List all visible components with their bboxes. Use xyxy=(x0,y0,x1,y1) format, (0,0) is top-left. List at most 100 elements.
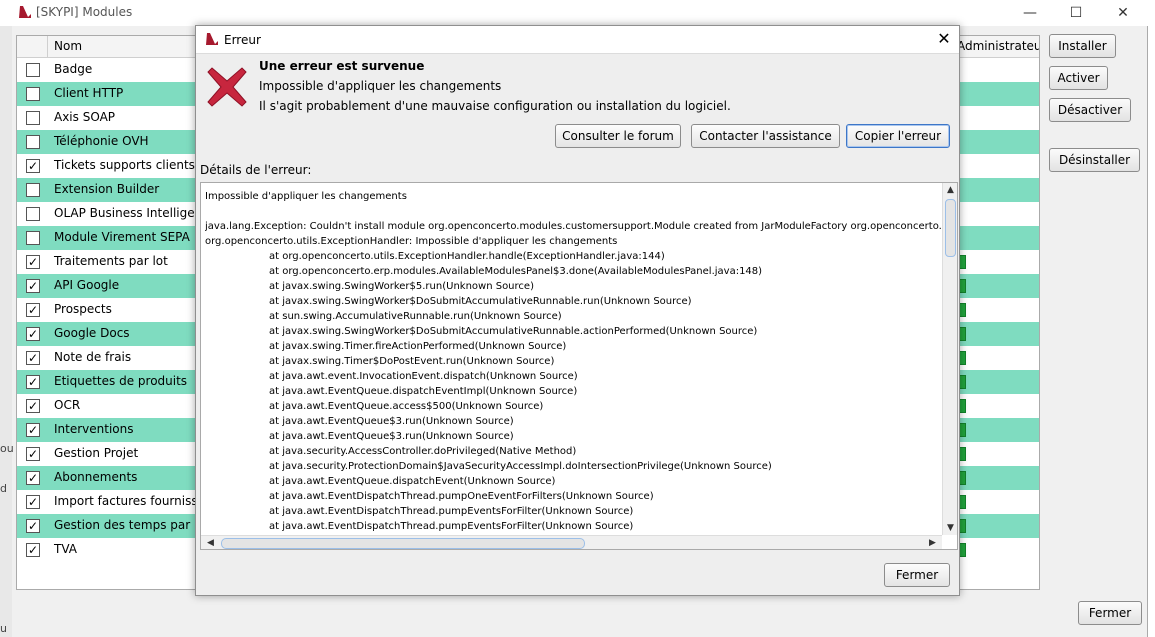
background-fragment: ou xyxy=(0,442,14,455)
module-checkbox[interactable]: ✓ xyxy=(26,519,40,533)
module-name: Note de frais xyxy=(54,350,132,364)
module-name: Traitements par lot xyxy=(54,254,168,268)
checkmark-icon: ✓ xyxy=(27,423,39,437)
consult-forum-button[interactable]: Consulter le forum xyxy=(555,124,681,148)
minimize-button[interactable]: — xyxy=(1020,4,1040,22)
module-name: Abonnements xyxy=(54,470,138,484)
app-logo-icon xyxy=(206,33,218,45)
checkbox-column-header[interactable] xyxy=(17,36,48,58)
scroll-up-icon[interactable]: ▲ xyxy=(943,183,957,197)
module-checkbox[interactable]: ✓ xyxy=(26,375,40,389)
stack-trace-line: at java.awt.EventQueue.access$500(Unknow… xyxy=(269,401,544,412)
dialog-close-icon[interactable]: ✕ xyxy=(934,29,954,49)
module-checkbox[interactable] xyxy=(26,111,40,125)
module-name: Module Virement SEPA xyxy=(54,230,190,244)
stack-trace-line: java.lang.Exception: Couldn't install mo… xyxy=(205,221,941,232)
module-checkbox[interactable]: ✓ xyxy=(26,279,40,293)
module-name: OCR xyxy=(54,398,81,412)
vertical-scroll-thumb[interactable] xyxy=(945,199,956,257)
module-checkbox[interactable] xyxy=(26,183,40,197)
stack-trace-line: at java.security.ProtectionDomain$JavaSe… xyxy=(269,461,772,472)
activate-button[interactable]: Activer xyxy=(1049,66,1108,90)
module-checkbox[interactable] xyxy=(26,135,40,149)
checkmark-icon: ✓ xyxy=(27,327,39,341)
module-name: Gestion Projet xyxy=(54,446,139,460)
stack-trace: Impossible d'appliquer les changements ja… xyxy=(205,189,941,534)
deactivate-button[interactable]: Désactiver xyxy=(1049,98,1131,122)
stack-trace-line: at javax.swing.Timer.fireActionPerformed… xyxy=(269,341,567,352)
dialog-title: Erreur xyxy=(224,33,261,47)
app-logo-icon xyxy=(19,6,31,18)
stack-trace-line: at javax.swing.SwingWorker$DoSubmitAccum… xyxy=(269,296,692,307)
stack-trace-line: at java.awt.EventQueue.dispatchEventImpl… xyxy=(269,386,578,397)
module-checkbox[interactable]: ✓ xyxy=(26,303,40,317)
background-fragment: d xyxy=(0,482,7,495)
stack-trace-line: at java.awt.event.InvocationEvent.dispat… xyxy=(269,371,578,382)
install-button[interactable]: Installer xyxy=(1049,34,1116,58)
module-name: Axis SOAP xyxy=(54,110,116,124)
module-name: Extension Builder xyxy=(54,182,160,196)
background-fragment: u xyxy=(0,622,7,635)
stack-trace-line: at org.openconcerto.utils.ExceptionHandl… xyxy=(269,251,665,262)
module-name: Téléphonie OVH xyxy=(54,134,149,148)
stack-trace-line: at org.openconcerto.erp.modules.Availabl… xyxy=(269,266,763,277)
maximize-button[interactable]: ☐ xyxy=(1066,4,1086,22)
checkmark-icon: ✓ xyxy=(27,375,39,389)
stack-trace-line: at java.security.AccessController.doPriv… xyxy=(269,446,577,457)
uninstall-button[interactable]: Désinstaller xyxy=(1049,148,1140,172)
contact-support-button[interactable]: Contacter l'assistance xyxy=(691,124,840,148)
module-checkbox[interactable]: ✓ xyxy=(26,351,40,365)
module-checkbox[interactable]: ✓ xyxy=(26,471,40,485)
checkmark-icon: ✓ xyxy=(27,303,39,317)
scroll-right-icon[interactable]: ▶ xyxy=(925,536,940,549)
details-label: Détails de l'erreur: xyxy=(200,163,312,177)
module-checkbox[interactable]: ✓ xyxy=(26,159,40,173)
module-name: OLAP Business Intelligence xyxy=(54,206,217,220)
checkmark-icon: ✓ xyxy=(27,351,39,365)
vertical-scrollbar[interactable]: ▲ ▼ xyxy=(942,183,957,535)
module-name: TVA xyxy=(54,542,77,556)
module-name: Client HTTP xyxy=(54,86,124,100)
error-details-textarea[interactable]: Impossible d'appliquer les changements ja… xyxy=(200,182,958,550)
scroll-down-icon[interactable]: ▼ xyxy=(943,521,957,535)
module-name: Badge xyxy=(54,62,93,76)
checkmark-icon: ✓ xyxy=(27,543,39,557)
main-close-button[interactable]: Fermer xyxy=(1078,601,1142,625)
horizontal-scroll-thumb[interactable] xyxy=(221,538,585,549)
stack-trace-line: at java.awt.EventQueue$3.run(Unknown Sou… xyxy=(269,431,514,442)
background-strip: ou d u xyxy=(0,26,14,637)
module-checkbox[interactable]: ✓ xyxy=(26,495,40,509)
module-checkbox[interactable] xyxy=(26,207,40,221)
module-checkbox[interactable] xyxy=(26,63,40,77)
module-checkbox[interactable]: ✓ xyxy=(26,399,40,413)
window-title: [SKYPI] Modules xyxy=(36,5,133,19)
stack-trace-line: Impossible d'appliquer les changements xyxy=(205,191,407,202)
dialog-close-button[interactable]: Fermer xyxy=(884,563,950,587)
horizontal-scrollbar[interactable]: ◀ ▶ xyxy=(201,535,942,549)
module-checkbox[interactable]: ✓ xyxy=(26,255,40,269)
module-checkbox[interactable] xyxy=(26,87,40,101)
error-hint: Il s'agit probablement d'une mauvaise co… xyxy=(259,99,731,113)
module-checkbox[interactable]: ✓ xyxy=(26,327,40,341)
stack-trace-line: at java.awt.EventQueue$3.run(Unknown Sou… xyxy=(269,416,514,427)
checkmark-icon: ✓ xyxy=(27,495,39,509)
window-close-button[interactable]: ✕ xyxy=(1113,4,1133,22)
error-heading: Une erreur est survenue xyxy=(259,59,425,73)
stack-trace-line: at java.awt.EventDispatchThread.pumpEven… xyxy=(269,506,634,517)
module-checkbox[interactable] xyxy=(26,231,40,245)
module-name: Prospects xyxy=(54,302,112,316)
stack-trace-line: at sun.swing.AccumulativeRunnable.run(Un… xyxy=(269,311,562,322)
module-checkbox[interactable]: ✓ xyxy=(26,423,40,437)
stack-trace-line xyxy=(205,204,941,219)
copy-error-button[interactable]: Copier l'erreur xyxy=(846,124,950,148)
module-name: Interventions xyxy=(54,422,134,436)
scroll-left-icon[interactable]: ◀ xyxy=(203,536,218,549)
name-column-header[interactable]: Nom xyxy=(54,39,82,53)
checkmark-icon: ✓ xyxy=(27,279,39,293)
module-name: API Google xyxy=(54,278,120,292)
module-checkbox[interactable]: ✓ xyxy=(26,447,40,461)
module-checkbox[interactable]: ✓ xyxy=(26,543,40,557)
stack-trace-line: at javax.swing.SwingWorker$DoSubmitAccum… xyxy=(269,326,758,337)
module-name: Etiquettes de produits xyxy=(54,374,188,388)
stack-trace-line: at java.awt.EventDispatchThread.pumpEven… xyxy=(269,521,634,532)
